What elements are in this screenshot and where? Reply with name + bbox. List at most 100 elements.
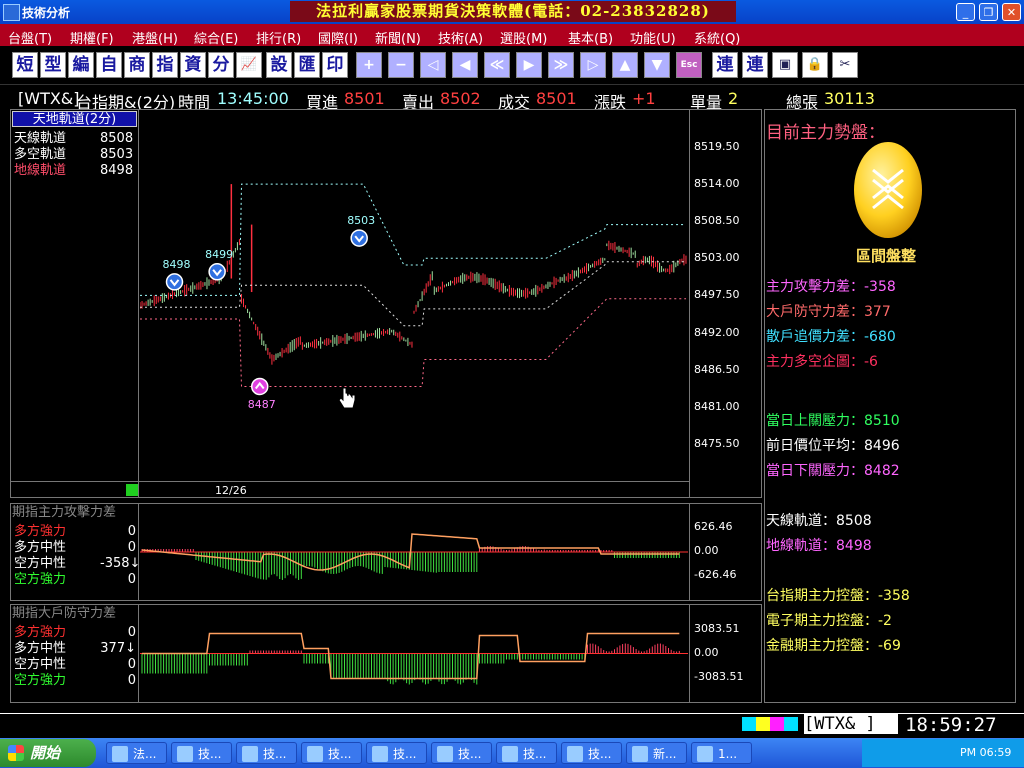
tools-icon[interactable]: ✂: [832, 52, 858, 78]
tray-clock: PM 06:59: [960, 746, 1012, 759]
toolbar-button[interactable]: 短: [12, 52, 38, 78]
marker-label: 8503: [347, 214, 376, 228]
menu-item[interactable]: 技術(A): [438, 28, 483, 47]
nav-button[interactable]: ▲: [612, 52, 638, 78]
indicator-tick-label: 0.00: [694, 646, 719, 659]
stat-label: 當日上關壓力：: [766, 413, 864, 429]
stat-value: -6: [864, 354, 878, 370]
windows-logo-icon: [8, 745, 24, 761]
y-tick-label: 8492.00: [694, 325, 740, 339]
nav-button[interactable]: +: [356, 52, 382, 78]
link-button[interactable]: 連: [742, 52, 768, 78]
menu-item[interactable]: 選股(M): [500, 28, 547, 47]
stat-label: 地線軌道：: [766, 538, 836, 554]
nav-button[interactable]: ▷: [580, 52, 606, 78]
toolbar-button[interactable]: 自: [96, 52, 122, 78]
nav-button[interactable]: ≫: [548, 52, 574, 78]
ground-track-line: [140, 298, 686, 387]
minimize-button[interactable]: _: [956, 3, 975, 21]
buy-marker-icon: [250, 377, 269, 396]
stat-row: 散戶追價力差：-680: [766, 326, 896, 346]
scroll-indicator[interactable]: [126, 484, 138, 496]
taskbar-item[interactable]: 1...: [691, 742, 752, 764]
stat-row: 當日下關壓力：8482: [766, 460, 900, 480]
indicator-row-value: 0: [127, 625, 136, 640]
stat-value: 8496: [864, 438, 900, 454]
price-chart[interactable]: [140, 112, 688, 480]
taskbar-item[interactable]: 技...: [171, 742, 232, 764]
restore-button[interactable]: ❐: [979, 3, 998, 21]
symbol-input[interactable]: [WTX& ]: [804, 714, 898, 734]
nav-button[interactable]: ◁: [420, 52, 446, 78]
info-last: 8501: [536, 89, 577, 108]
nav-button[interactable]: −: [388, 52, 414, 78]
app-icon: [437, 746, 453, 762]
menu-item[interactable]: 期權(F): [70, 28, 114, 47]
taskbar-item[interactable]: 技...: [366, 742, 427, 764]
indicator-row-value: 0: [127, 524, 136, 539]
info-ask: 8502: [440, 89, 481, 108]
toolbar-button[interactable]: 指: [152, 52, 178, 78]
indicator-row-name: 空方強力: [14, 673, 67, 688]
esc-button[interactable]: Esc: [676, 52, 702, 78]
toolbar-button[interactable]: 印: [322, 52, 348, 78]
menu-item[interactable]: 台盤(T): [8, 28, 52, 47]
nav-button[interactable]: ▶: [516, 52, 542, 78]
toolbar-button[interactable]: 設: [266, 52, 292, 78]
window-icon[interactable]: ▣: [772, 52, 798, 78]
close-button[interactable]: ✕: [1002, 3, 1021, 21]
indicator-tick-label: 3083.51: [694, 622, 740, 635]
marker-label: 8487: [247, 398, 276, 412]
y-tick-label: 8514.00: [694, 177, 740, 191]
attack-chart[interactable]: [140, 505, 688, 599]
info-time: 13:45:00: [217, 89, 289, 108]
nav-button[interactable]: ◀: [452, 52, 478, 78]
attack-axis-divider: [689, 504, 690, 600]
taskbar-item[interactable]: 技...: [496, 742, 557, 764]
y-tick-label: 8475.50: [694, 436, 740, 450]
defense-axis-divider: [689, 605, 690, 702]
stat-row: 前日價位平均：8496: [766, 435, 900, 455]
chart-icon[interactable]: 📈: [236, 52, 262, 78]
toolbar-button[interactable]: 資: [180, 52, 206, 78]
taskbar-item[interactable]: 法...: [106, 742, 167, 764]
nav-button[interactable]: ≪: [484, 52, 510, 78]
stat-value: 377: [864, 304, 891, 320]
taskbar-item[interactable]: 技...: [301, 742, 362, 764]
toolbar-button[interactable]: 匯: [294, 52, 320, 78]
link-button[interactable]: 連: [712, 52, 738, 78]
status-cyan-block-2: [784, 717, 798, 731]
stat-label: 天線軌道：: [766, 513, 836, 529]
defense-chart[interactable]: [140, 606, 688, 701]
taskbar-item[interactable]: 新...: [626, 742, 687, 764]
clock: 18:59:27: [905, 714, 997, 736]
taskbar-item[interactable]: 技...: [431, 742, 492, 764]
menu-item[interactable]: 系統(Q): [694, 28, 740, 47]
menu-item[interactable]: 基本(B): [568, 28, 613, 47]
menu-item[interactable]: 港盤(H): [132, 28, 178, 47]
legend-item-value: 8498: [100, 163, 134, 178]
stat-value: -358: [878, 588, 910, 604]
indicator-row-value: 0: [127, 657, 136, 672]
toolbar-button[interactable]: 編: [68, 52, 94, 78]
indicator-row-value: 0: [127, 673, 136, 688]
indicator-tick-label: -626.46: [694, 568, 737, 581]
lock-icon[interactable]: 🔒: [802, 52, 828, 78]
legend-title[interactable]: 天地軌道(2分): [12, 111, 137, 127]
stat-label: 主力攻擊力差：: [766, 279, 864, 295]
taskbar-item[interactable]: 技...: [236, 742, 297, 764]
nav-button[interactable]: ▼: [644, 52, 670, 78]
toolbar-button[interactable]: 分: [208, 52, 234, 78]
stat-value: 8498: [836, 538, 872, 554]
menu-item[interactable]: 綜合(E): [194, 28, 238, 47]
menu-item[interactable]: 國際(I): [318, 28, 358, 47]
toolbar-button[interactable]: 型: [40, 52, 66, 78]
taskbar-item[interactable]: 技...: [561, 742, 622, 764]
indicator-row-value: 0: [127, 572, 136, 587]
y-tick-label: 8508.50: [694, 214, 740, 228]
menu-item[interactable]: 新聞(N): [375, 28, 421, 47]
menu-item[interactable]: 排行(R): [256, 28, 301, 47]
menu-item[interactable]: 功能(U): [630, 28, 676, 47]
indicator-row-name: 多方強力: [14, 524, 67, 539]
toolbar-button[interactable]: 商: [124, 52, 150, 78]
